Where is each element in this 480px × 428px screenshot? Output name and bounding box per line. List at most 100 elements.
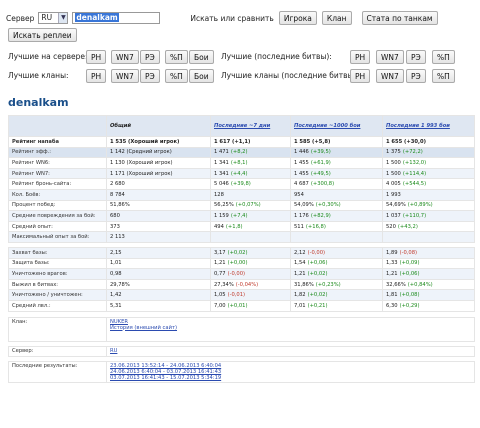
recent-result-link[interactable]: 03.07.2013 16:41:43 - 15.07.2013 5:34:19 — [110, 375, 471, 381]
stats-value: 0,98 — [110, 270, 122, 277]
player-button[interactable]: Игрока — [278, 11, 317, 25]
stats-cell: 494 (+1,8) — [210, 220, 291, 233]
best-server-rn-button[interactable]: РН — [86, 50, 107, 64]
stats-cell: 1 375 (+72,2) — [382, 146, 475, 159]
best-recent-wr-button[interactable]: %П — [432, 50, 455, 64]
best-clans-recent-wn7-button[interactable]: WN7 — [376, 69, 404, 83]
best-clans-recent-rn-button[interactable]: РН — [350, 69, 371, 83]
stats-delta: (+49,5) — [310, 170, 331, 177]
stats-row: Рейтинг напаба 1 535 (Хороший игрок) 1 617… — [8, 136, 475, 148]
best-server-wn7-button[interactable]: WN7 — [111, 50, 139, 64]
stats-cell: 511 (+16,8) — [290, 220, 383, 233]
stats-row: Рейтинг эфф.: 1 142 (Средний игрок) 1 471(… — [8, 146, 475, 159]
header-last-7-days-link[interactable]: Последние ~7 дни — [210, 115, 291, 137]
stats-cell: 1 455 (+61,9) — [290, 157, 383, 169]
best-server-wr-button[interactable]: %П — [165, 50, 188, 64]
stats-value: 5,31 — [110, 302, 122, 309]
stats-delta: (+72,2) — [402, 149, 423, 156]
stats-row: Уничтожено / уничтожен: 1,42 1,05 (-0,01) 1,… — [8, 289, 475, 301]
header-last-1993-battles-link[interactable]: Последние 1 993 бои — [382, 115, 475, 137]
stats-value: 54,09% — [294, 202, 314, 209]
server-cell: RU — [106, 345, 475, 358]
player-search-input[interactable]: denalkam — [72, 12, 161, 24]
stats-cell: 6,30 (+0,29) — [382, 299, 475, 312]
best-clans-recent-label: Лучшие кланы (последние битвы): — [221, 71, 359, 80]
best-recent-rn-button[interactable]: РН — [350, 50, 371, 64]
best-clans-battles-button[interactable]: Бои — [189, 69, 214, 83]
stats-cell: 7,01 (+0,21) — [290, 299, 383, 312]
stats-value: 1,81 — [386, 292, 398, 299]
stats-value: 1,01 — [110, 260, 122, 267]
stats-row: Процент побед: 51,86% 56,25% (+0,07%) 54,09%… — [8, 199, 475, 212]
server-select[interactable]: RU ▼ — [38, 12, 69, 24]
stats-row: Защита базы: 1,01 1,21 (+0,00) 1,54 (+0,06) 1,… — [8, 257, 475, 270]
stats-value: 1,21 — [294, 270, 306, 277]
best-clans-re-button[interactable]: РЭ — [140, 69, 160, 83]
best-clans-rn-button[interactable]: РН — [86, 69, 107, 83]
stats-delta: (+61,9) — [310, 159, 331, 166]
server-link[interactable]: RU — [110, 348, 117, 354]
stats-row: Средние повреждения за бой: 680 1 159 (+7,4… — [8, 210, 475, 222]
stats-value: 1 142 (Средний игрок) — [110, 149, 172, 156]
best-clans-recent-wr-button[interactable]: %П — [432, 69, 455, 83]
stats-row-label: Уничтожено / уничтожен: — [8, 289, 107, 301]
stats-cell: 32,66% (+0,84%) — [382, 278, 475, 291]
stats-cell: 1,01 — [106, 257, 211, 270]
stats-delta: (+39,8) — [230, 181, 251, 188]
stats-cell: 7,00 (+0,01) — [210, 299, 291, 312]
stats-cell: 680 — [106, 210, 211, 222]
best-clans-recent-re-button[interactable]: РЭ — [406, 69, 426, 83]
stats-delta: (+300,8) — [310, 181, 335, 188]
stats-cell: 954 — [290, 188, 383, 201]
stats-cell: 1 341 (+4,4) — [210, 167, 291, 180]
stats-cell: 2,15 — [106, 246, 211, 259]
recent-results-row: Последние результаты: 23.06.2013 13:52:1… — [8, 361, 475, 384]
best-server-battles-button[interactable]: Бои — [189, 50, 214, 64]
recent-results-cell: 23.06.2013 13:52:14 - 24.06.2013 6:40:04… — [106, 361, 475, 384]
clan-history-link[interactable]: История (внешний сайт) — [110, 325, 471, 331]
header-last-1000-battles-link[interactable]: Последние ~1000 бои — [290, 115, 383, 137]
stats-value: 54,69% — [386, 202, 406, 209]
clan-row: Клан: NUKER История (внешний сайт) — [8, 316, 475, 342]
stats-value: 2,12 — [294, 249, 306, 256]
stats-table: Общий Последние ~7 дни Последние ~1000 б… — [8, 115, 475, 384]
stats-cell: 1,21 (+0,00) — [210, 257, 291, 270]
stats-row: Рейтинг бронь-сайта: 2 680 5 046 (+39,8) 4 6… — [8, 178, 475, 190]
stats-cell: 1 159 (+7,4) — [210, 210, 291, 222]
chevron-down-icon[interactable]: ▼ — [58, 13, 68, 23]
stats-delta: (+0,29) — [399, 302, 420, 309]
stats-value: 6,30 — [386, 302, 398, 309]
stats-cell: 1 130 (Хороший игрок) — [106, 157, 211, 169]
best-recent-re-button[interactable]: РЭ — [406, 50, 426, 64]
stats-cell: 5 046 (+39,8) — [210, 178, 291, 190]
stats-cell: 1 655 (+30,0) — [382, 136, 475, 148]
stats-cell: 1,42 — [106, 289, 211, 301]
stats-cell: 1,05 (-0,01) — [210, 289, 291, 301]
stats-cell: 1 471 (+8,2) — [210, 146, 291, 159]
stats-delta: (+0,02) — [307, 270, 328, 277]
clan-button[interactable]: Клан — [321, 11, 352, 25]
best-clans-wn7-button[interactable]: WN7 — [111, 69, 139, 83]
stats-delta: (-0,04%) — [235, 281, 259, 288]
tank-stats-button[interactable]: Стата по танкам — [361, 11, 438, 25]
stats-value: 1 471 — [214, 149, 229, 156]
stats-value: 0,77 — [214, 270, 226, 277]
stats-value: 7,01 — [294, 302, 306, 309]
stats-row: Средний лвл.: 5,31 7,00 (+0,01) 7,01 (+0,21) 6… — [8, 299, 475, 312]
stats-delta: (+544,5) — [402, 181, 427, 188]
replays-button[interactable]: Искать реплеи — [8, 28, 77, 42]
header-empty — [8, 115, 107, 137]
stats-cell: 1 176 (+82,9) — [290, 210, 383, 222]
stats-cell: 1,21 (+0,06) — [382, 268, 475, 280]
best-clans-wr-button[interactable]: %П — [165, 69, 188, 83]
stats-row-label: Защита базы: — [8, 257, 107, 270]
best-clans-row: Лучшие кланы: РН WN7 РЭ %П Бои Лучшие кл… — [8, 69, 474, 83]
stats-row: Захват базы: 2,15 3,17 (+0,02) 2,12 (-0,00) 1,… — [8, 246, 475, 259]
stats-delta: (+0,01) — [227, 302, 248, 309]
best-recent-wn7-button[interactable]: WN7 — [376, 50, 404, 64]
stats-cell: 2 113 — [106, 231, 211, 243]
stats-value: 56,25% — [214, 202, 234, 209]
stats-delta: (-0,00) — [307, 249, 326, 256]
best-server-re-button[interactable]: РЭ — [140, 50, 160, 64]
stats-cell: 3,17 (+0,02) — [210, 246, 291, 259]
